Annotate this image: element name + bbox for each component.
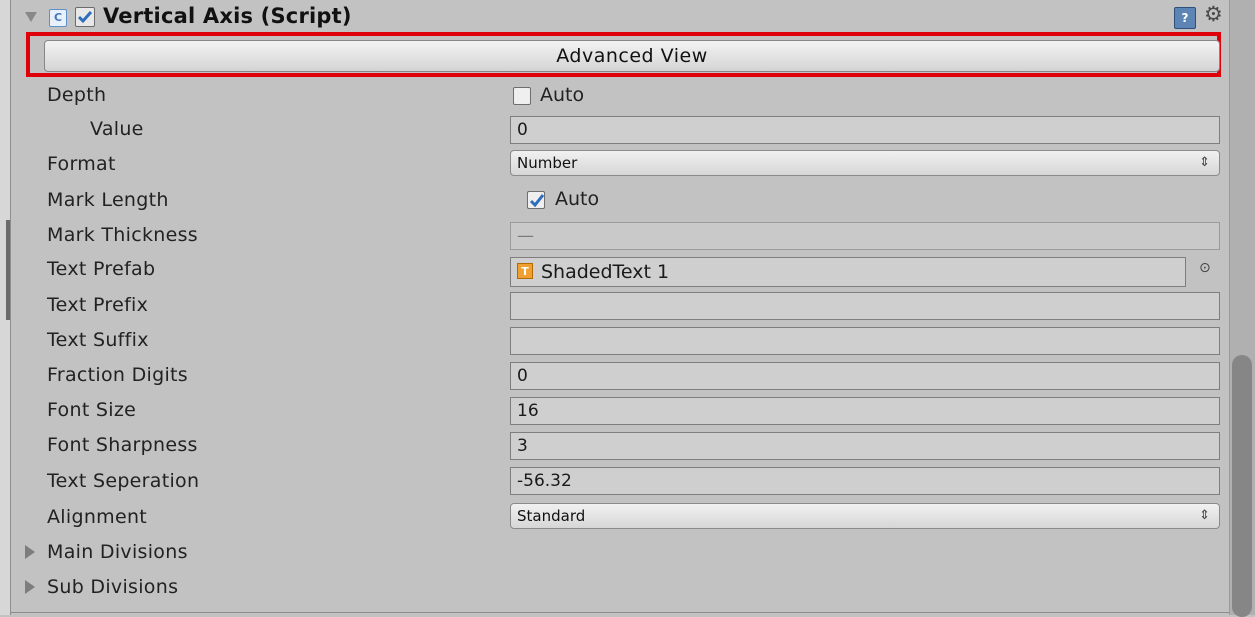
- main-divisions-foldout[interactable]: Main Divisions: [47, 541, 188, 563]
- format-label: Format: [47, 153, 116, 175]
- component-header: C Vertical Axis (Script) ? ⚙: [11, 0, 1229, 36]
- object-picker-icon[interactable]: ⊙: [1199, 260, 1211, 276]
- component-title: Vertical Axis (Script): [103, 4, 352, 28]
- mark-thickness-input: —: [510, 222, 1220, 250]
- font-size-label: Font Size: [47, 399, 137, 421]
- checkmark-icon: [529, 194, 545, 208]
- select-arrows-icon: ⇕: [1199, 155, 1210, 170]
- gear-icon[interactable]: ⚙: [1204, 2, 1223, 26]
- text-suffix-input[interactable]: [510, 327, 1220, 355]
- font-sharpness-label: Font Sharpness: [47, 434, 198, 456]
- sub-divisions-foldout[interactable]: Sub Divisions: [47, 576, 178, 598]
- component-enabled-checkbox[interactable]: [75, 7, 95, 27]
- text-prefab-label: Text Prefab: [47, 258, 156, 280]
- scrollbar-thumb[interactable]: [1232, 355, 1252, 617]
- checkmark-icon: [77, 11, 93, 24]
- text-seperation-label: Text Seperation: [47, 470, 200, 492]
- depth-auto-checkbox[interactable]: [513, 87, 531, 105]
- mark-thickness-label: Mark Thickness: [47, 224, 198, 246]
- mark-length-auto-checkbox[interactable]: [527, 191, 545, 209]
- text-prefix-label: Text Prefix: [47, 294, 149, 316]
- mark-length-label: Mark Length: [47, 189, 169, 211]
- text-prefix-input[interactable]: [510, 292, 1220, 320]
- alignment-select[interactable]: Standard ⇕: [510, 503, 1220, 529]
- font-size-input[interactable]: 16: [510, 397, 1220, 425]
- depth-auto-label: Auto: [540, 84, 585, 106]
- text-prefab-icon: T: [517, 263, 533, 279]
- bottom-divider: [11, 612, 1229, 613]
- text-prefab-object-field[interactable]: ShadedText 1: [510, 257, 1186, 287]
- advanced-view-button[interactable]: Advanced View: [44, 40, 1220, 72]
- sub-divisions-foldout-icon[interactable]: [25, 580, 35, 594]
- mark-length-auto-label: Auto: [555, 188, 600, 210]
- fraction-digits-input[interactable]: 0: [510, 362, 1220, 390]
- left-window-edge: [0, 0, 11, 615]
- edge-mark: [6, 220, 10, 320]
- select-arrows-icon: ⇕: [1199, 508, 1210, 523]
- fraction-digits-label: Fraction Digits: [47, 364, 188, 386]
- depth-label: Depth: [47, 84, 107, 106]
- main-divisions-foldout-icon[interactable]: [25, 545, 35, 559]
- script-icon: C: [49, 9, 67, 27]
- text-seperation-input[interactable]: -56.32: [510, 467, 1220, 495]
- help-icon[interactable]: ?: [1174, 7, 1196, 29]
- alignment-label: Alignment: [47, 506, 148, 528]
- alignment-selected-value: Standard: [517, 507, 586, 525]
- format-selected-value: Number: [517, 154, 578, 172]
- value-input[interactable]: 0: [510, 116, 1220, 144]
- text-suffix-label: Text Suffix: [47, 329, 149, 351]
- value-label: Value: [90, 118, 144, 140]
- font-sharpness-input[interactable]: 3: [510, 432, 1220, 460]
- format-select[interactable]: Number ⇕: [510, 150, 1220, 176]
- collapse-arrow-icon[interactable]: [25, 12, 37, 22]
